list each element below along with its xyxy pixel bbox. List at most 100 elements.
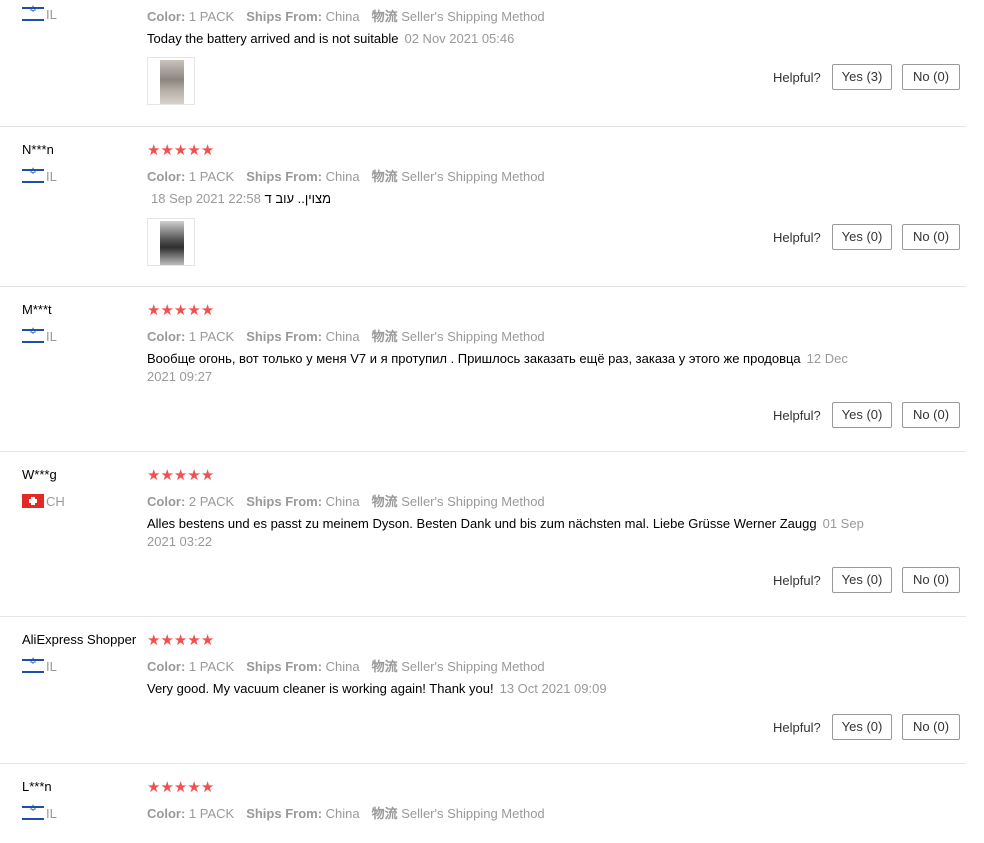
star-icon: ★ (173, 141, 188, 159)
helpful-no-button[interactable]: No (0) (902, 402, 960, 428)
review-item: L***n IL ★★★★★ Color: 1 PACKShips From: … (0, 763, 966, 843)
user-country: IL (22, 5, 57, 22)
review-text-block: Very good. My vacuum cleaner is working … (147, 680, 867, 698)
ships-from-value: China (325, 659, 360, 674)
helpful-yes-button[interactable]: Yes (0) (832, 567, 892, 593)
shipping-label: 物流 (371, 494, 398, 509)
country-code: CH (46, 493, 65, 509)
star-icon: ★ (187, 466, 201, 484)
user-name: L***n (22, 779, 52, 794)
switzerland-flag-icon (22, 494, 44, 508)
ships-from-label: Ships From: (246, 494, 323, 509)
review-info: Color: 1 PACK Ships From: China 物流 Seller'… (147, 656, 545, 675)
ships-from-label: Ships From: (246, 329, 323, 344)
shipping-label: 物流 (371, 329, 398, 344)
color-value: 1 PACK (188, 169, 235, 184)
review-photo[interactable] (147, 218, 195, 266)
color-label: Color: (147, 169, 186, 184)
star-icon: ★ (147, 778, 161, 796)
ships-from-label: Ships From: (246, 9, 323, 24)
helpful-label: Helpful? (773, 70, 821, 85)
star-icon: ★ (200, 466, 215, 484)
star-icon: ★ (200, 778, 215, 796)
ships-from-value: China (325, 9, 360, 24)
helpful-yes-button[interactable]: Yes (0) (832, 224, 892, 250)
shipping-label: 物流 (371, 169, 398, 184)
star-icon: ★ (147, 466, 161, 484)
star-icon: ★ (147, 631, 161, 649)
review-text-block: Today the battery arrived and is not sui… (147, 30, 867, 48)
star-icon: ★ (173, 466, 188, 484)
helpful-no-button[interactable]: No (0) (902, 224, 960, 250)
ships-from-value: China (325, 169, 360, 184)
user-name: W***g (22, 467, 57, 482)
review-photo[interactable] (147, 57, 195, 105)
star-rating: ★★★★★ (147, 632, 214, 648)
star-icon: ★ (187, 631, 201, 649)
ships-from-value: China (325, 806, 360, 821)
color-label: Color: (147, 494, 186, 509)
helpful-yes-button[interactable]: Yes (0) (832, 714, 892, 740)
user-country: IL (22, 167, 57, 184)
ships-from-value: China (325, 494, 360, 509)
star-rating: ★★★★★ (147, 779, 214, 795)
helpful-label: Helpful? (773, 720, 821, 735)
shipping-method: Seller's Shipping Method (401, 806, 545, 821)
star-icon: ★ (147, 301, 161, 319)
review-text: Today the battery arrived and is not sui… (147, 31, 399, 46)
israel-flag-icon (22, 167, 44, 183)
star-icon: ★ (160, 778, 174, 796)
shipping-label: 物流 (371, 9, 398, 24)
star-rating: ★★★★★ (147, 142, 214, 158)
user-name: M***t (22, 302, 52, 317)
star-icon: ★ (173, 301, 188, 319)
star-icon: ★ (173, 631, 188, 649)
review-item: M***t IL ★★★★★ Color: 1 PACKShips From: … (0, 286, 966, 452)
review-text-block: Вообще огонь, вот только у меня V7 и я п… (147, 350, 867, 386)
helpful-yes-button[interactable]: Yes (0) (832, 402, 892, 428)
israel-flag-icon (22, 5, 44, 21)
country-code: IL (46, 328, 57, 344)
review-info: Color: 1 PACK Ships From: China 物流 Seller'… (147, 6, 545, 25)
user-country: CH (22, 493, 65, 509)
star-icon: ★ (187, 778, 201, 796)
star-icon: ★ (187, 141, 201, 159)
ships-from-label: Ships From: (246, 659, 323, 674)
color-value: 2 PACK (188, 494, 235, 509)
review-item: W***g CH ★★★★★ Color: 2 PACK Ships From: … (0, 451, 966, 617)
ships-from-label: Ships From: (246, 806, 323, 821)
color-label: Color: (147, 806, 186, 821)
color-label: Color: (147, 329, 186, 344)
shipping-method: Seller's Shipping Method (401, 659, 545, 674)
helpful-no-button[interactable]: No (0) (902, 567, 960, 593)
israel-flag-icon (22, 804, 44, 820)
shipping-method: Seller's Shipping Method (401, 494, 545, 509)
color-value: 1 PACK (188, 329, 235, 344)
review-text: Вообще огонь, вот только у меня V7 и я п… (147, 351, 801, 366)
review-date: 13 Oct 2021 09:09 (499, 681, 607, 696)
user-country: IL (22, 657, 57, 674)
review-text: Alles bestens und es passt zu meinem Dys… (147, 516, 817, 531)
color-value: 1 PACK (188, 9, 235, 24)
star-icon: ★ (200, 301, 215, 319)
review-info: Color: 1 PACK Ships From: China 物流 Seller'… (147, 166, 545, 185)
star-icon: ★ (147, 141, 161, 159)
review-text: Very good. My vacuum cleaner is working … (147, 681, 494, 696)
shipping-method: Seller's Shipping Method (401, 329, 545, 344)
review-text-block: Alles bestens und es passt zu meinem Dys… (147, 515, 867, 551)
helpful-no-button[interactable]: No (0) (902, 64, 960, 90)
review-text-block: 18 Sep 2021 22:58 מצוין.. עוב ד (147, 190, 867, 208)
feedback-list: IL Color: 1 PACK Ships From: China 物流 Sell… (0, 0, 984, 826)
helpful-no-button[interactable]: No (0) (902, 714, 960, 740)
helpful-yes-button[interactable]: Yes (3) (832, 64, 892, 90)
israel-flag-icon (22, 327, 44, 343)
country-code: IL (46, 658, 57, 674)
color-value: 1 PACK (188, 659, 235, 674)
star-rating: ★★★★★ (147, 302, 214, 318)
review-item: AliExpress Shopper IL ★★★★★ Color: 1 PAC… (0, 616, 966, 764)
review-item: N***n IL ★★★★★ Color: 1 PACKShips From: … (0, 126, 966, 287)
user-name: N***n (22, 142, 54, 157)
review-date: 18 Sep 2021 22:58 (151, 191, 261, 206)
color-label: Color: (147, 9, 186, 24)
star-icon: ★ (200, 631, 215, 649)
